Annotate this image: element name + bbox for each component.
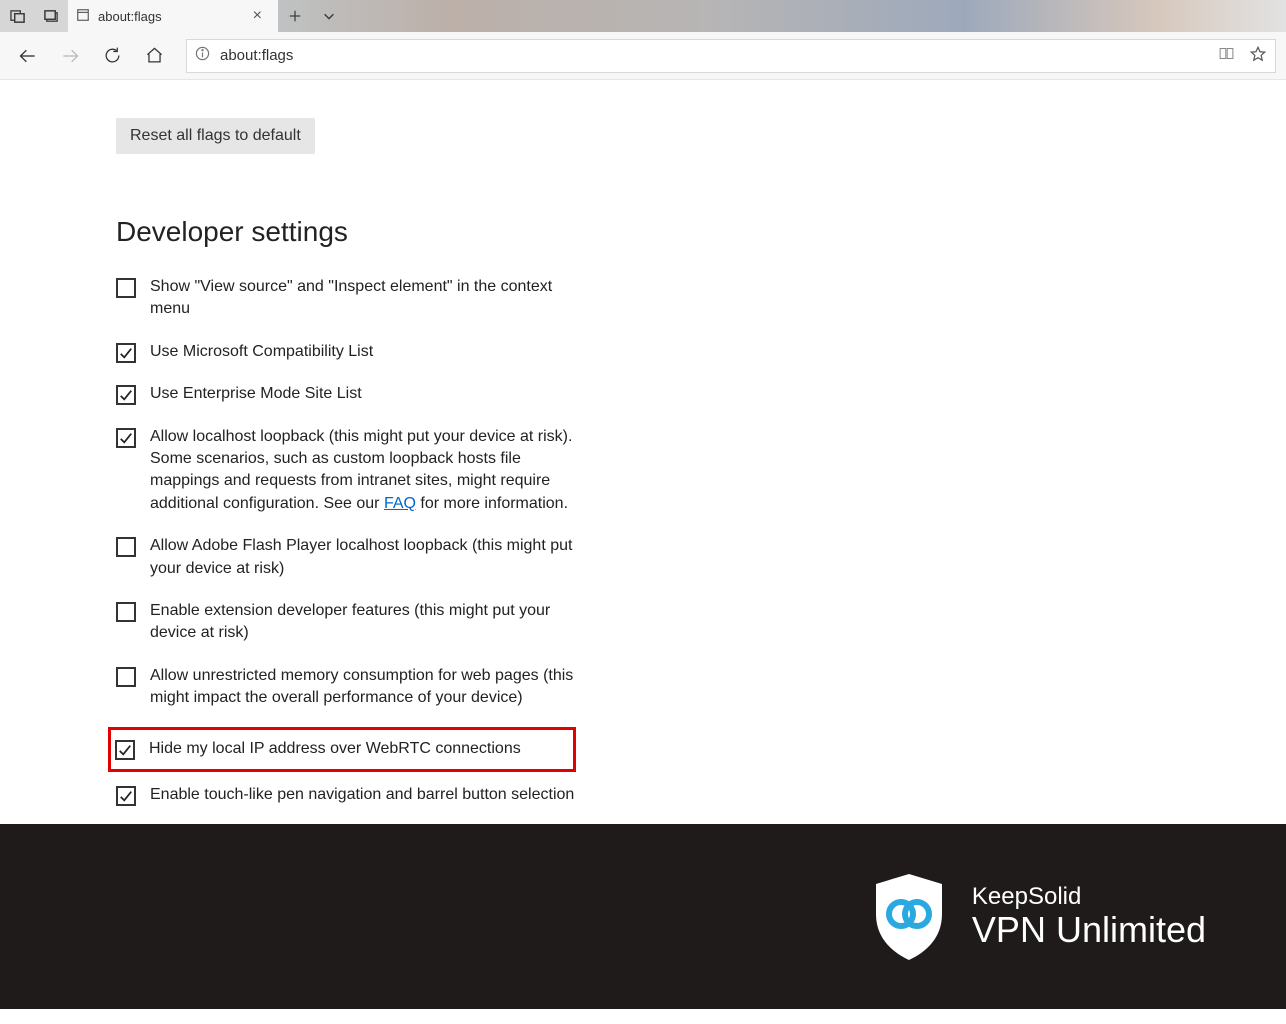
- flag-checkbox[interactable]: [116, 602, 136, 622]
- flag-option: Hide my local IP address over WebRTC con…: [108, 727, 576, 771]
- developer-settings-list: Show "View source" and "Inspect element"…: [116, 274, 576, 808]
- reading-view-icon[interactable]: [1218, 45, 1235, 67]
- brand-name-top: KeepSolid: [972, 884, 1206, 910]
- site-info-icon[interactable]: [195, 46, 210, 65]
- tab-actions-dropdown[interactable]: [312, 0, 346, 32]
- titlebar-left-controls: [0, 0, 68, 32]
- flag-option: Enable extension developer features (thi…: [116, 598, 576, 647]
- flags-page-content: Reset all flags to default Developer set…: [0, 80, 1286, 808]
- titlebar-tab-actions: [278, 0, 346, 32]
- address-bar[interactable]: about:flags: [186, 39, 1276, 73]
- flag-label: Show "View source" and "Inspect element"…: [150, 276, 576, 321]
- flag-checkbox[interactable]: [116, 278, 136, 298]
- flag-label: Allow unrestricted memory consumption fo…: [150, 665, 576, 710]
- branding-footer: KeepSolid VPN Unlimited: [0, 824, 1286, 1009]
- developer-settings-heading: Developer settings: [116, 216, 1286, 248]
- address-bar-url: about:flags: [220, 47, 1208, 64]
- flag-label: Allow Adobe Flash Player localhost loopb…: [150, 535, 576, 580]
- vpn-shield-logo: [870, 872, 948, 962]
- faq-link[interactable]: FAQ: [384, 495, 416, 512]
- flag-checkbox[interactable]: [116, 786, 136, 806]
- flag-option: Allow Adobe Flash Player localhost loopb…: [116, 533, 576, 582]
- tab-close-button[interactable]: ×: [247, 7, 268, 25]
- reset-flags-button[interactable]: Reset all flags to default: [116, 118, 315, 154]
- favorite-icon[interactable]: [1249, 45, 1267, 67]
- set-tabs-aside-icon[interactable]: [0, 0, 34, 32]
- page-icon: [76, 8, 90, 25]
- back-button[interactable]: [10, 38, 46, 74]
- flag-checkbox[interactable]: [116, 343, 136, 363]
- flag-checkbox[interactable]: [116, 537, 136, 557]
- branding-text: KeepSolid VPN Unlimited: [972, 884, 1206, 950]
- window-titlebar: about:flags ×: [0, 0, 1286, 32]
- tabs-preview-icon[interactable]: [34, 0, 68, 32]
- flag-option: Show "View source" and "Inspect element"…: [116, 274, 576, 323]
- browser-tab[interactable]: about:flags ×: [68, 0, 278, 32]
- brand-name-bottom: VPN Unlimited: [972, 910, 1206, 950]
- flag-label: Enable extension developer features (thi…: [150, 600, 576, 645]
- refresh-button[interactable]: [94, 38, 130, 74]
- flag-option: Enable touch-like pen navigation and bar…: [116, 782, 576, 808]
- flag-checkbox[interactable]: [115, 740, 135, 760]
- flag-label: Use Microsoft Compatibility List: [150, 341, 373, 363]
- flag-label: Enable touch-like pen navigation and bar…: [150, 784, 574, 806]
- flag-label: Use Enterprise Mode Site List: [150, 383, 362, 405]
- flag-label: Hide my local IP address over WebRTC con…: [149, 738, 521, 760]
- forward-button[interactable]: [52, 38, 88, 74]
- flag-option: Use Microsoft Compatibility List: [116, 339, 576, 365]
- flag-option: Allow localhost loopback (this might put…: [116, 424, 576, 518]
- flag-checkbox[interactable]: [116, 667, 136, 687]
- flag-option: Use Enterprise Mode Site List: [116, 381, 576, 407]
- new-tab-button[interactable]: [278, 0, 312, 32]
- flag-checkbox[interactable]: [116, 385, 136, 405]
- home-button[interactable]: [136, 38, 172, 74]
- tab-title: about:flags: [98, 9, 162, 24]
- flag-option: Allow unrestricted memory consumption fo…: [116, 663, 576, 712]
- flag-checkbox[interactable]: [116, 428, 136, 448]
- browser-toolbar: about:flags: [0, 32, 1286, 80]
- flag-label: Allow localhost loopback (this might put…: [150, 426, 576, 516]
